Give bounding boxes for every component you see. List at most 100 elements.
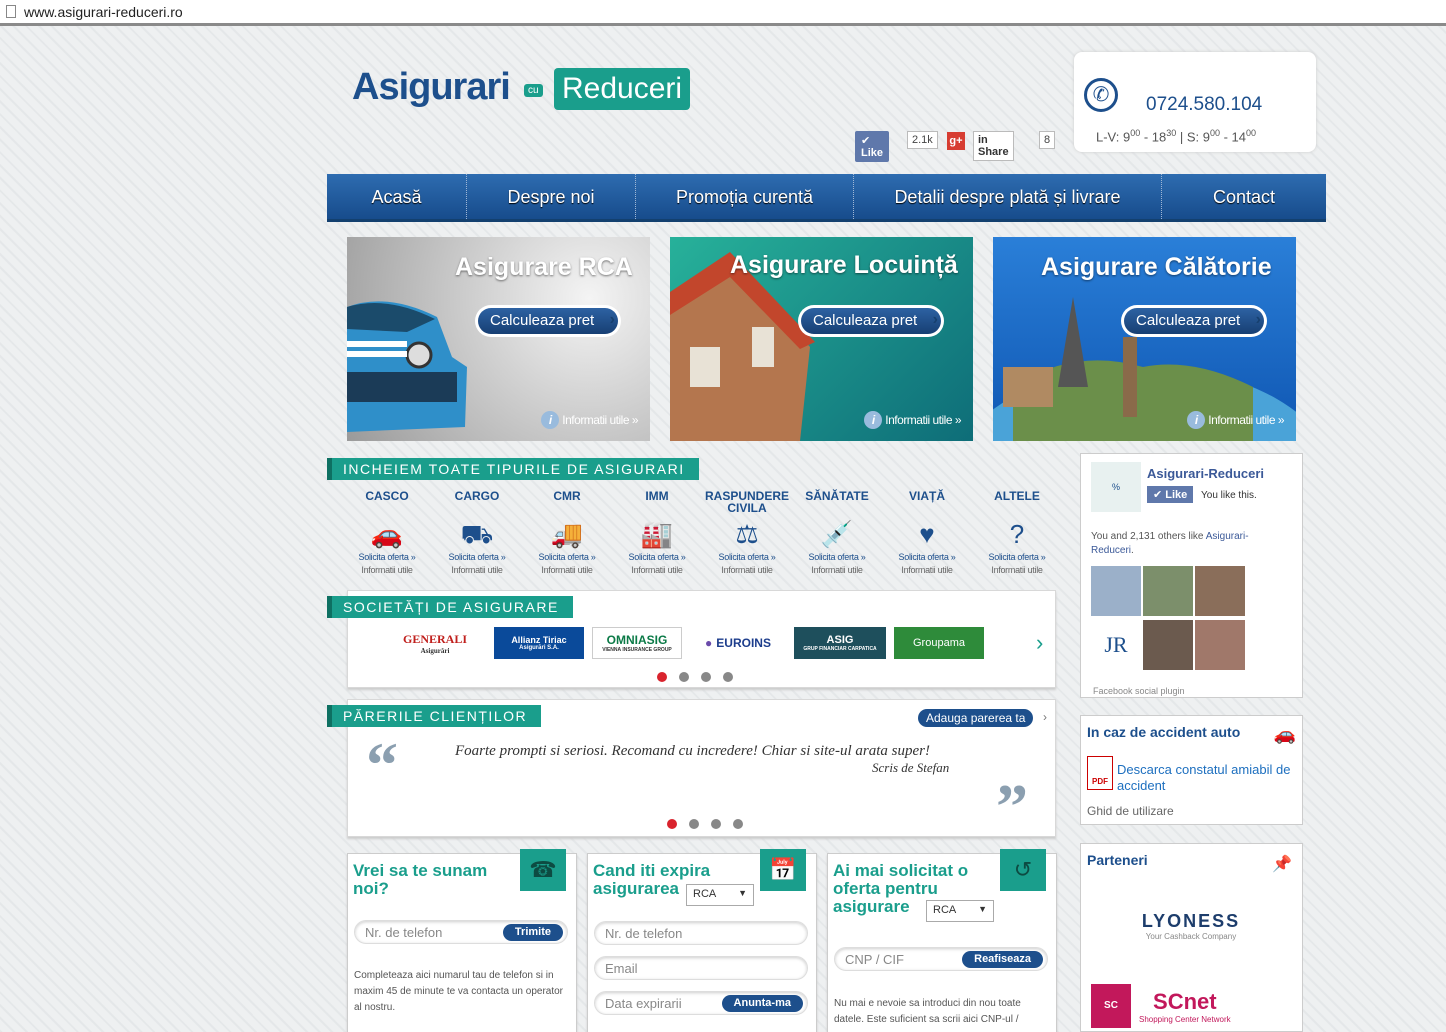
calculate-price-button[interactable]: Calculeaza pret › — [798, 305, 944, 337]
reviews-pagination[interactable] — [667, 819, 743, 829]
info-link[interactable]: i Informatii utile » — [541, 411, 638, 429]
info-link[interactable]: i Informatii utile » — [864, 411, 961, 429]
fan-avatar[interactable] — [1091, 566, 1141, 616]
email-input[interactable]: Email — [594, 956, 808, 980]
page-avatar: % — [1091, 462, 1141, 512]
companies-pagination[interactable] — [657, 672, 733, 682]
banner-calatorie[interactable]: Asigurare Călătorie Calculeaza pret › i In… — [993, 237, 1296, 441]
insurance-sanatate[interactable]: SĂNĂTATE 💉 Solicita oferta » Informatii uti… — [792, 490, 882, 575]
banner-title: Asigurare Călătorie — [1041, 253, 1272, 281]
section-title-types: INCHEIEM TOATE TIPURILE DE ASIGURARI — [327, 458, 699, 480]
banner-rca[interactable]: Asigurare RCA Calculeaza pret › i Informat… — [347, 237, 650, 441]
accident-box: In caz de accident auto 🚗 PDF Descarca c… — [1080, 715, 1303, 825]
company-asig[interactable]: ASIG GRUP FINANCIAR CARPATICA — [794, 627, 886, 659]
contact-box: ✆ 0724.580.104 L-V: 900 - 1830 | S: 900 … — [1074, 52, 1316, 152]
quote-close-icon: ” — [996, 771, 1028, 842]
insurance-viata[interactable]: VIAȚĂ ♥ Solicita oferta » Informatii utile — [882, 490, 972, 575]
form-title: Vrei sa te sunam noi? — [353, 861, 488, 898]
info-link[interactable]: Informatii utile — [522, 565, 612, 575]
expiry-date-input[interactable]: Data expirarii Anunta-ma — [594, 991, 808, 1015]
car-icon: 🚗 — [370, 519, 404, 549]
phone-number[interactable]: 0724.580.104 — [1146, 94, 1262, 116]
calculate-price-button[interactable]: Calculeaza pret › — [1121, 305, 1267, 337]
facebook-page-name[interactable]: Asigurari-Reduceri — [1147, 466, 1264, 481]
nav-detalii-plata[interactable]: Detalii despre plată și livrare — [854, 174, 1162, 219]
facebook-like-button[interactable]: ✔ Like — [1147, 486, 1194, 503]
insurance-imm[interactable]: IMM 🏭 Solicita oferta » Informatii utile — [612, 490, 702, 575]
info-link[interactable]: Informatii utile — [882, 565, 972, 575]
opening-hours: L-V: 900 - 1830 | S: 900 - 1400 — [1096, 128, 1257, 145]
main-navigation: Acasă Despre noi Promoția curentă Detali… — [327, 174, 1326, 222]
download-form-link[interactable]: Descarca constatul amiabil de accident — [1117, 762, 1297, 794]
like-count: 2.1k — [907, 131, 938, 149]
request-offer-link[interactable]: Solicita oferta » — [612, 552, 702, 562]
info-link[interactable]: Informatii utile — [972, 565, 1062, 575]
phone-input[interactable]: Nr. de telefon — [594, 921, 808, 945]
nav-acasa[interactable]: Acasă — [327, 174, 467, 219]
heart-plus-icon: ♥ — [919, 519, 935, 549]
send-button[interactable]: Trimite — [502, 924, 563, 941]
insurance-cmr[interactable]: CMR 🚚 Solicita oferta » Informatii utile — [522, 490, 612, 575]
company-groupama[interactable]: Groupama — [894, 627, 984, 659]
request-offer-link[interactable]: Solicita oferta » — [882, 552, 972, 562]
likes-count-text: You and 2,131 others like Asigurari-Redu… — [1091, 531, 1249, 556]
insurance-type-select[interactable]: RCA ▼ — [926, 900, 994, 922]
cnp-input[interactable]: CNP / CIF Reafiseaza — [834, 947, 1048, 971]
phone-icon: ☎ — [520, 849, 566, 891]
section-title-reviews: PĂRERILE CLIENȚILOR — [327, 705, 542, 727]
insurance-cargo[interactable]: CARGO ⛟ Solicita oferta » Informatii utile — [432, 490, 522, 575]
company-generali[interactable]: GENERALI Asigurări — [384, 627, 486, 659]
request-offer-link[interactable]: Solicita oferta » — [432, 552, 522, 562]
google-plus-button[interactable]: g+ — [947, 132, 965, 150]
site-logo[interactable]: Asigurari cu Reduceri — [352, 64, 712, 124]
company-omniasig[interactable]: OMNIASIG VIENNA INSURANCE GROUP — [592, 627, 682, 659]
info-link[interactable]: Informatii utile — [612, 565, 702, 575]
scnet-logo-icon: SC — [1091, 984, 1131, 1028]
redisplay-button[interactable]: Reafiseaza — [962, 951, 1043, 968]
add-review-button[interactable]: Adauga parerea ta — [918, 709, 1034, 727]
review-author: Scris de Stefan — [872, 760, 950, 775]
linkedin-share-button[interactable]: in Share — [973, 131, 1014, 161]
partner-lyoness[interactable]: LYONESS Your Cashback Company — [1091, 892, 1291, 960]
partner-scnet[interactable]: SC SCnet Shopping Center Network — [1091, 982, 1291, 1030]
accident-title: In caz de accident auto — [1087, 724, 1241, 740]
company-allianz[interactable]: Allianz Tiriac Asigurări S.A. — [494, 627, 584, 659]
insurance-type-select[interactable]: RCA ▼ — [686, 884, 754, 906]
company-euroins[interactable]: ● EUROINS — [690, 627, 786, 659]
info-link[interactable]: Informatii utile — [702, 565, 792, 575]
fan-avatar[interactable] — [1143, 566, 1193, 616]
nav-promotia-curenta[interactable]: Promoția curentă — [636, 174, 854, 219]
page-icon — [6, 5, 16, 18]
banner-title: Asigurare Locuință — [730, 251, 958, 279]
facebook-like-box: % Asigurari-Reduceri ✔ Like You like thi… — [1080, 453, 1303, 698]
info-link[interactable]: i Informatii utile » — [1187, 411, 1284, 429]
info-link[interactable]: Informatii utile — [342, 565, 432, 575]
browser-address-bar[interactable]: www.asigurari-reduceri.ro — [0, 0, 1446, 26]
info-link[interactable]: Informatii utile — [432, 565, 522, 575]
request-offer-link[interactable]: Solicita oferta » — [522, 552, 612, 562]
info-link[interactable]: Informatii utile — [792, 565, 882, 575]
request-offer-link[interactable]: Solicita oferta » — [792, 552, 882, 562]
phone-input[interactable]: Nr. de telefon Trimite — [354, 920, 568, 944]
carousel-next-arrow[interactable]: › — [1036, 630, 1043, 656]
fan-avatar[interactable] — [1143, 620, 1193, 670]
usage-guide-link[interactable]: Ghid de utilizare — [1087, 804, 1174, 818]
nav-despre-noi[interactable]: Despre noi — [467, 174, 636, 219]
notify-button[interactable]: Anunta-ma — [721, 995, 803, 1012]
insurance-altele[interactable]: ALTELE? Solicita oferta » Informatii utile — [972, 490, 1062, 575]
fan-avatar[interactable] — [1195, 620, 1245, 670]
banner-locuinta[interactable]: Asigurare Locuință Calculeaza pret › i Inf… — [670, 237, 973, 441]
insurance-casco[interactable]: CASCO 🚗 Solicita oferta » Informatii utile — [342, 490, 432, 575]
hand-truck-icon: ⛟ — [460, 519, 494, 549]
fan-avatar[interactable] — [1195, 566, 1245, 616]
request-offer-link[interactable]: Solicita oferta » — [342, 552, 432, 562]
fan-avatar[interactable]: JR — [1091, 620, 1141, 670]
request-offer-link[interactable]: Solicita oferta » — [972, 552, 1062, 562]
facebook-like-button[interactable]: ✔ Like — [855, 131, 890, 162]
nav-contact[interactable]: Contact — [1162, 174, 1326, 219]
url-text[interactable]: www.asigurari-reduceri.ro — [24, 4, 183, 20]
calculate-price-button[interactable]: Calculeaza pret › — [475, 305, 621, 337]
insurance-raspundere-civila[interactable]: RASPUNDERE CIVILA ⚖ Solicita oferta » Infor… — [702, 490, 792, 575]
request-offer-link[interactable]: Solicita oferta » — [702, 552, 792, 562]
logo-accent: Reduceri — [554, 68, 691, 110]
